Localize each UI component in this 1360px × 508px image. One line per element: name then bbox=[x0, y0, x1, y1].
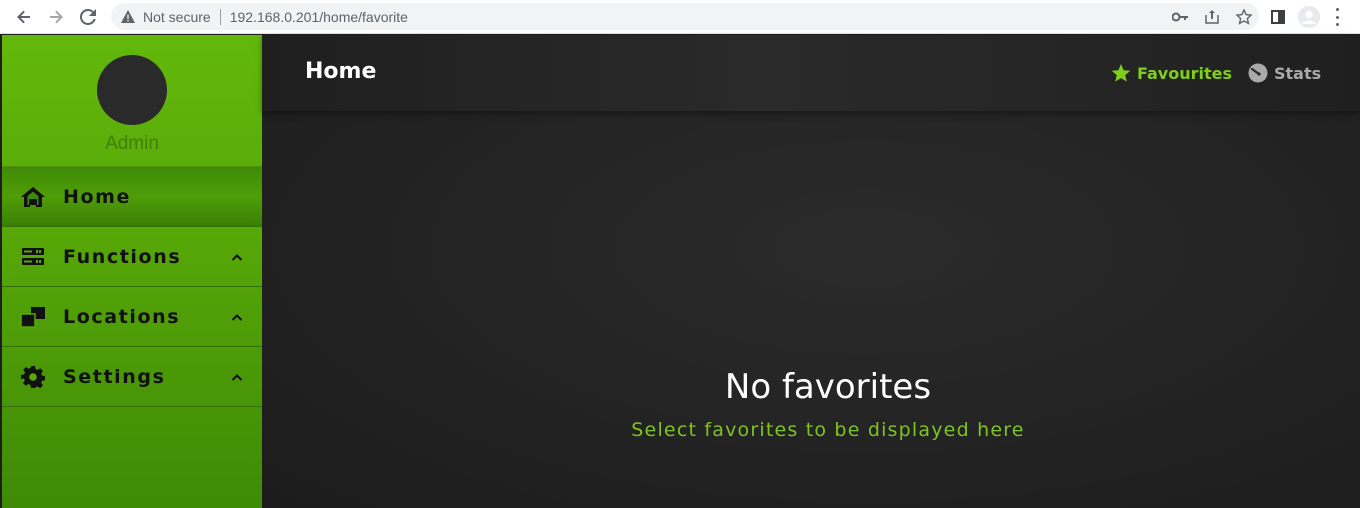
back-button[interactable] bbox=[12, 5, 36, 29]
address-bar[interactable]: Not secure 192.168.0.201/home/favorite bbox=[111, 3, 1259, 30]
share-icon[interactable] bbox=[1203, 8, 1221, 26]
star-icon bbox=[1111, 63, 1131, 83]
back-arrow-icon bbox=[17, 10, 30, 23]
stats-label: Stats bbox=[1274, 63, 1322, 83]
chevron-up-icon[interactable] bbox=[230, 250, 244, 264]
sidebar-item-label: Home bbox=[63, 185, 132, 208]
browser-menu-icon[interactable] bbox=[1334, 8, 1340, 26]
sidebar-item-label: Locations bbox=[63, 305, 181, 328]
reload-button[interactable] bbox=[76, 5, 100, 29]
empty-state-subtitle: Select favorites to be displayed here bbox=[631, 419, 1025, 441]
page-title: Home bbox=[305, 59, 377, 84]
bookmark-star-icon[interactable] bbox=[1235, 8, 1253, 26]
gauge-icon bbox=[1248, 63, 1268, 83]
forward-button[interactable] bbox=[44, 5, 68, 29]
sidebar-item-settings[interactable]: Settings bbox=[2, 347, 262, 407]
user-profile: Admin bbox=[2, 35, 262, 167]
key-icon[interactable] bbox=[1171, 8, 1189, 26]
security-status[interactable]: Not secure bbox=[143, 9, 211, 25]
user-name: Admin bbox=[105, 133, 159, 154]
browser-toolbar: Not secure 192.168.0.201/home/favorite bbox=[0, 0, 1360, 34]
avatar[interactable] bbox=[97, 55, 167, 125]
favourites-label: Favourites bbox=[1137, 63, 1232, 83]
empty-state-title: No favorites bbox=[724, 367, 932, 407]
sidebar-item-functions[interactable]: Functions bbox=[2, 227, 262, 287]
locations-icon bbox=[20, 304, 46, 330]
sidebar-item-home[interactable]: Home bbox=[2, 167, 262, 227]
gear-icon bbox=[20, 364, 46, 390]
chevron-up-icon[interactable] bbox=[230, 370, 244, 384]
sidebar-item-locations[interactable]: Locations bbox=[2, 287, 262, 347]
forward-arrow-icon bbox=[50, 10, 63, 23]
warning-icon[interactable] bbox=[121, 10, 135, 24]
header-bar: Home Favourites Stats bbox=[262, 35, 1360, 111]
reload-icon bbox=[80, 8, 96, 25]
profile-avatar[interactable] bbox=[1298, 6, 1320, 28]
sidebar-item-label: Functions bbox=[63, 245, 182, 268]
side-panel-icon[interactable] bbox=[1270, 9, 1286, 25]
home-icon bbox=[20, 184, 46, 210]
stats-link[interactable]: Stats bbox=[1248, 63, 1321, 83]
sidebar-item-label: Settings bbox=[63, 365, 166, 388]
person-icon bbox=[1298, 6, 1320, 28]
main-content: Home Favourites Stats No favorites Selec… bbox=[262, 35, 1360, 508]
favourites-link[interactable]: Favourites bbox=[1111, 63, 1232, 83]
sidebar: Admin Home Functions Locations Settings bbox=[2, 35, 262, 508]
chevron-up-icon[interactable] bbox=[230, 310, 244, 324]
functions-icon bbox=[20, 244, 46, 270]
url-text[interactable]: 192.168.0.201/home/favorite bbox=[230, 9, 408, 25]
url-divider bbox=[219, 8, 221, 25]
